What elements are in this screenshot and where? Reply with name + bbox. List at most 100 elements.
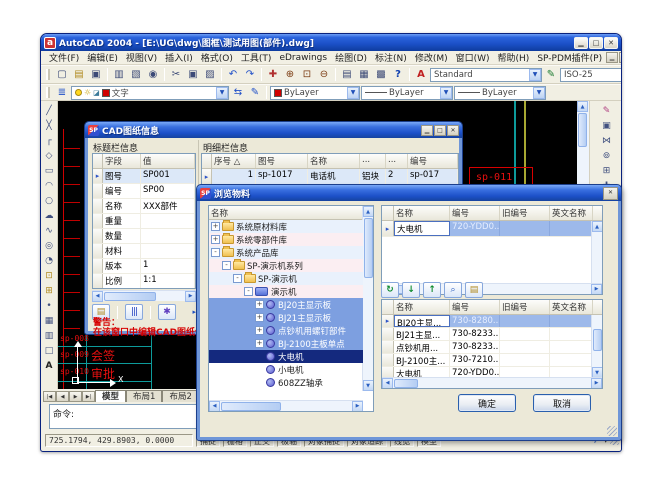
tool-palettes-icon[interactable]: ▩ bbox=[373, 67, 389, 82]
linetype-combo[interactable]: ByLayer ▼ bbox=[361, 86, 453, 100]
table-row[interactable]: 点钞机用... 730-8233... bbox=[382, 341, 602, 354]
erase-icon[interactable]: ✎ bbox=[599, 103, 614, 118]
zoom-window-icon[interactable]: ⊡ bbox=[299, 67, 315, 82]
tree-item-large-motor[interactable]: 大电机 bbox=[209, 350, 363, 363]
construction-line-icon[interactable]: ╳ bbox=[42, 118, 57, 133]
tab-first-icon[interactable]: |◀ bbox=[43, 391, 56, 402]
text-style-combo[interactable]: Standard ▼ bbox=[430, 68, 542, 82]
hatch-icon[interactable]: ▦ bbox=[42, 313, 57, 328]
titlebar[interactable]: a AutoCAD 2004 - [E:\UG\dwg\图框\测试用图(部件).… bbox=[41, 34, 621, 51]
save-icon[interactable]: ▣ bbox=[88, 67, 104, 82]
ellipse-icon[interactable]: ◎ bbox=[42, 238, 57, 253]
design-center-icon[interactable]: ▦ bbox=[356, 67, 372, 82]
grid-vscrollbar[interactable]: ▲ bbox=[591, 221, 602, 283]
plot-icon[interactable]: ▥ bbox=[111, 67, 127, 82]
ok-button[interactable]: 确定 bbox=[458, 394, 516, 412]
tree-item-bj2100-mainboard[interactable]: + BJ-2100主板单点 bbox=[209, 337, 363, 350]
collapse-icon[interactable]: - bbox=[211, 248, 220, 257]
rectangle-icon[interactable]: ▭ bbox=[42, 163, 57, 178]
menu-draw[interactable]: 绘图(D) bbox=[331, 51, 371, 64]
refresh-icon[interactable]: ↻ bbox=[381, 282, 399, 298]
tree-item-screw-part[interactable]: + 点钞机用螺钉部件 bbox=[209, 324, 363, 337]
table-row[interactable]: BJ-2100主... 730-7210... bbox=[382, 354, 602, 367]
menu-file[interactable]: 文件(F) bbox=[45, 51, 83, 64]
spline-icon[interactable]: ∿ bbox=[42, 223, 57, 238]
text-style-icon[interactable]: A bbox=[413, 67, 429, 82]
close-button[interactable]: ✕ bbox=[604, 37, 618, 49]
menu-help[interactable]: 帮助(H) bbox=[494, 51, 534, 64]
lineweight-combo[interactable]: ByLayer ▼ bbox=[454, 86, 546, 100]
expand-icon[interactable]: + bbox=[211, 222, 220, 231]
menu-tools[interactable]: 工具(T) bbox=[237, 51, 276, 64]
toolbar-grip[interactable] bbox=[46, 69, 50, 80]
field-column-header[interactable]: 字段 bbox=[103, 154, 141, 168]
doc-restore-button[interactable]: ❐ bbox=[619, 52, 622, 63]
dialog-close-button[interactable]: ✕ bbox=[447, 125, 459, 136]
menu-edit[interactable]: 编辑(E) bbox=[83, 51, 122, 64]
collapse-icon[interactable]: - bbox=[222, 261, 231, 270]
menu-window[interactable]: 窗口(W) bbox=[452, 51, 494, 64]
chevron-down-icon[interactable]: ▼ bbox=[440, 87, 452, 99]
dialog-maximize-button[interactable]: □ bbox=[434, 125, 446, 136]
tree-item-sp-demo-machine[interactable]: - SP-演示机 bbox=[209, 272, 363, 285]
scroll-down-icon[interactable]: ▼ bbox=[363, 380, 374, 391]
table-row[interactable]: 材料 bbox=[93, 244, 195, 259]
tree-hscrollbar[interactable]: ◀ ▶ bbox=[209, 400, 363, 411]
revision-cloud-icon[interactable]: ☁ bbox=[42, 208, 57, 223]
circle-icon[interactable]: ○ bbox=[42, 193, 57, 208]
scroll-thumb[interactable] bbox=[593, 329, 602, 351]
scroll-right-icon[interactable]: ▶ bbox=[185, 291, 196, 302]
scroll-up-icon[interactable]: ▲ bbox=[577, 101, 588, 112]
menu-edrawings[interactable]: eDrawings bbox=[275, 53, 331, 63]
table-row[interactable]: 版本 1 bbox=[93, 259, 195, 274]
table-row[interactable]: 名称 XXX部件 bbox=[93, 199, 195, 214]
search-icon[interactable]: ⌕ bbox=[444, 282, 462, 298]
tree-item-sp-demo-series[interactable]: - SP-演示机系列 bbox=[209, 259, 363, 272]
point-icon[interactable]: • bbox=[42, 298, 57, 313]
ellipse-arc-icon[interactable]: ◔ bbox=[42, 253, 57, 268]
redo-icon[interactable]: ↷ bbox=[242, 67, 258, 82]
polygon-icon[interactable]: ◇ bbox=[42, 148, 57, 163]
table-row[interactable]: 比例 1:1 bbox=[93, 274, 195, 289]
menu-sp-pdm-plugin[interactable]: SP-PDM插件(P) bbox=[533, 51, 606, 64]
tree-item-bj20-board[interactable]: + BJ20主显示板 bbox=[209, 298, 363, 311]
scroll-right-icon[interactable]: ▶ bbox=[352, 401, 363, 412]
copy-object-icon[interactable]: ▣ bbox=[599, 118, 614, 133]
dialog-minimize-button[interactable]: ▁ bbox=[421, 125, 433, 136]
cut-icon[interactable]: ✂ bbox=[168, 67, 184, 82]
open-folder-icon[interactable]: ▤ bbox=[465, 282, 483, 298]
scroll-left-icon[interactable]: ◀ bbox=[382, 378, 393, 389]
menu-dimension[interactable]: 标注(N) bbox=[371, 51, 411, 64]
layer-manager-icon[interactable]: ≣ bbox=[54, 85, 70, 100]
layer-combo[interactable]: ☼ ◪ 文字 ▼ bbox=[71, 86, 229, 100]
table-row[interactable]: 重量 bbox=[93, 214, 195, 229]
tree-vscrollbar[interactable]: ▲ ▼ bbox=[362, 206, 373, 391]
make-block-icon[interactable]: ⊞ bbox=[42, 283, 57, 298]
table-row[interactable]: 数量 bbox=[93, 229, 195, 244]
offset-icon[interactable]: ⊚ bbox=[599, 148, 614, 163]
mirror-icon[interactable]: ⋈ bbox=[599, 133, 614, 148]
doc-minimize-button[interactable]: ▁ bbox=[606, 52, 618, 63]
cancel-button[interactable]: 取消 bbox=[533, 394, 591, 412]
layer-states-icon[interactable]: ⇆ bbox=[230, 85, 246, 100]
expand-icon[interactable]: + bbox=[255, 313, 264, 322]
dim-style-icon[interactable]: ✎ bbox=[543, 67, 559, 82]
scroll-left-icon[interactable]: ◀ bbox=[92, 291, 103, 302]
scroll-left-icon[interactable]: ◀ bbox=[209, 401, 220, 412]
scroll-thumb[interactable] bbox=[578, 113, 587, 147]
grid-hscrollbar[interactable]: ◀ ▶ bbox=[382, 377, 602, 388]
dialog-close-button[interactable]: ✕ bbox=[603, 187, 618, 200]
tree-item-parts-library[interactable]: + 系统零部件库 bbox=[209, 233, 363, 246]
minimize-button[interactable]: ▁ bbox=[574, 37, 588, 49]
publish-icon[interactable]: ◉ bbox=[145, 67, 161, 82]
tab-prev-icon[interactable]: ◀ bbox=[56, 391, 69, 402]
menu-insert[interactable]: 插入(I) bbox=[161, 51, 197, 64]
expand-icon[interactable]: + bbox=[255, 300, 264, 309]
resize-grip[interactable] bbox=[607, 426, 617, 436]
zoom-previous-icon[interactable]: ⊖ bbox=[316, 67, 332, 82]
color-combo[interactable]: ByLayer ▼ bbox=[270, 86, 360, 100]
table-row[interactable]: ▸ 图号 SP001 bbox=[93, 169, 195, 184]
browse-dialog-titlebar[interactable]: SP 浏览物料 ✕ bbox=[197, 185, 621, 201]
tab-model[interactable]: 模型 bbox=[95, 390, 126, 402]
expand-icon[interactable]: + bbox=[255, 326, 264, 335]
